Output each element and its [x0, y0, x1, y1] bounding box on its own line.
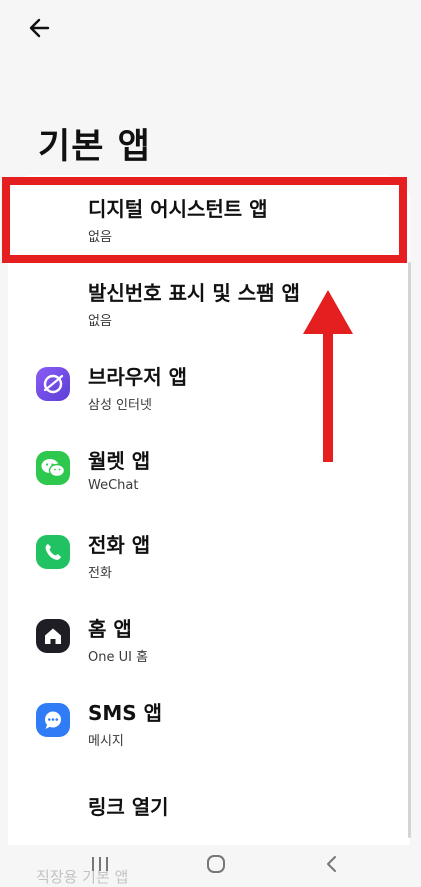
back-button[interactable] [26, 14, 54, 42]
item-subtitle: 전화 [88, 566, 112, 581]
top-bar [0, 0, 421, 60]
item-title: 링크 열기 [88, 795, 169, 819]
item-title: 브라우저 앱 [88, 365, 187, 389]
phone-icon [36, 535, 70, 569]
messages-icon [36, 703, 70, 737]
list-item-sms[interactable]: SMS 앱 메시지 [8, 681, 410, 765]
item-subtitle: WeChat [88, 478, 139, 493]
item-subtitle: One UI 홈 [88, 650, 149, 665]
item-subtitle: 삼성 인터넷 [88, 398, 152, 413]
item-subtitle: 없음 [88, 314, 112, 329]
item-title: SMS 앱 [88, 701, 163, 725]
back-arrow-icon [29, 18, 50, 38]
scrollbar[interactable] [408, 262, 411, 838]
home-nav-button[interactable] [194, 850, 238, 878]
highlight-box [2, 177, 407, 263]
item-subtitle: 메시지 [88, 734, 124, 749]
samsung-internet-icon [36, 367, 70, 401]
home-circle-icon [207, 855, 225, 873]
recent-apps-button[interactable] [78, 850, 122, 878]
default-apps-list: 디지털 어시스턴트 앱 없음 발신번호 표시 및 스팸 앱 없음 브라우저 앱 … [8, 175, 410, 845]
item-title: 발신번호 표시 및 스팸 앱 [88, 281, 300, 305]
chevron-left-icon [327, 856, 336, 872]
list-item-open-links[interactable]: 링크 열기 [8, 765, 410, 845]
list-item-home[interactable]: 홈 앱 One UI 홈 [8, 597, 410, 681]
navigation-bar [0, 840, 421, 887]
back-nav-button[interactable] [310, 850, 354, 878]
home-icon [36, 619, 70, 653]
item-title: 전화 앱 [88, 533, 151, 557]
recent-apps-icon [92, 857, 108, 871]
list-item-phone[interactable]: 전화 앱 전화 [8, 513, 410, 597]
up-arrow-annotation [303, 290, 353, 462]
wechat-icon [36, 451, 70, 485]
item-title: 월렛 앱 [88, 449, 151, 473]
page-title: 기본 앱 [38, 127, 151, 167]
item-title: 홈 앱 [88, 617, 132, 641]
